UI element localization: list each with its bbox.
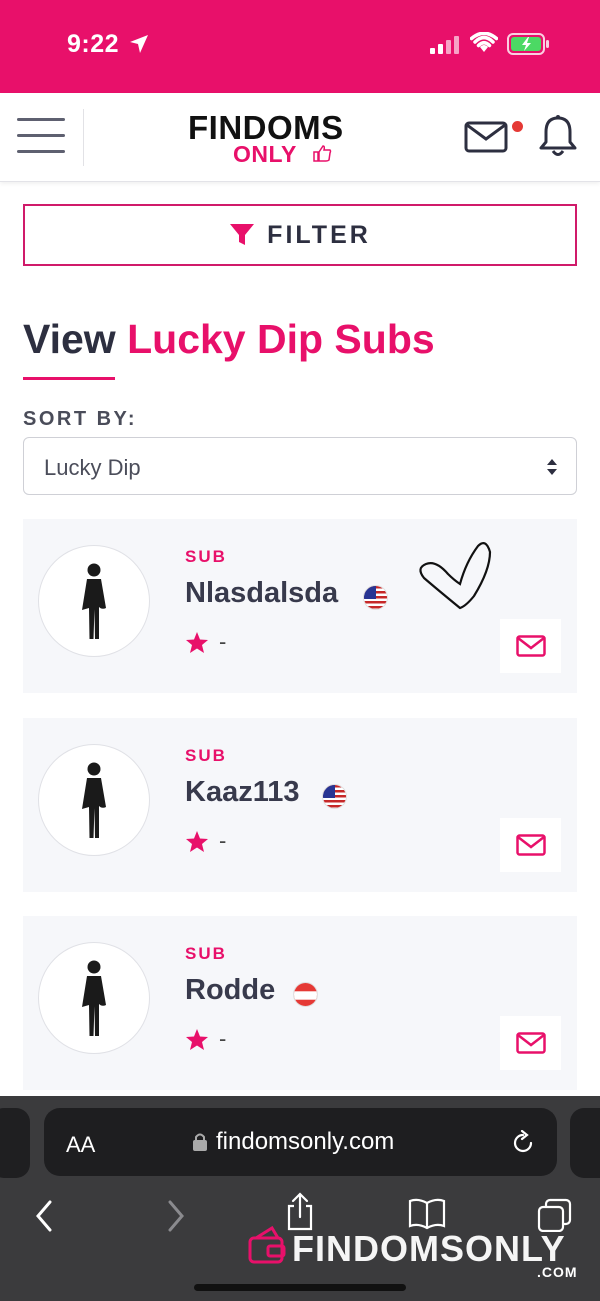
- hamburger-line: [17, 150, 65, 153]
- battery-charging-icon: [507, 33, 549, 55]
- location-arrow-icon: [130, 35, 148, 53]
- filter-button[interactable]: FILTER: [23, 204, 577, 266]
- watermark-wallet-icon: [248, 1226, 286, 1264]
- female-figure-icon: [82, 762, 106, 838]
- role-label: SUB: [185, 547, 227, 566]
- header-divider: [83, 109, 84, 166]
- rating: -: [185, 828, 226, 854]
- rating-value: -: [219, 629, 227, 654]
- title-underline: [23, 377, 115, 380]
- watermark-suffix: .COM: [537, 1264, 578, 1280]
- message-button[interactable]: [500, 1016, 561, 1070]
- address-bar[interactable]: AA findomsonly.com: [44, 1108, 557, 1176]
- mail-icon[interactable]: [464, 120, 510, 154]
- role-label: SUB: [185, 944, 227, 963]
- sort-label: SORT BY:: [23, 408, 138, 430]
- mail-icon: [515, 1032, 546, 1054]
- user-card: SUB Kaaz113 -: [23, 718, 577, 892]
- rating: -: [185, 629, 226, 655]
- female-figure-icon: [82, 960, 106, 1036]
- site-header: FINDOMS ONLY: [0, 93, 600, 182]
- female-figure-icon: [82, 563, 106, 639]
- avatar[interactable]: [38, 744, 150, 856]
- menu-button[interactable]: [17, 118, 65, 154]
- rating-value: -: [219, 828, 227, 853]
- unread-indicator: [510, 119, 525, 134]
- sort-selected-value: Lucky Dip: [44, 455, 141, 480]
- status-time: 9:22: [67, 30, 120, 58]
- username[interactable]: Rodde: [185, 974, 275, 1007]
- username[interactable]: Nlasdalsda: [185, 577, 338, 610]
- filter-label: FILTER: [267, 220, 371, 249]
- user-card: SUB Rodde -: [23, 916, 577, 1090]
- bell-icon[interactable]: [538, 114, 578, 158]
- back-icon[interactable]: [33, 1198, 55, 1234]
- star-icon: [186, 631, 208, 653]
- avatar[interactable]: [38, 942, 150, 1054]
- thumbs-up-icon: [313, 145, 332, 162]
- username[interactable]: Kaaz113: [185, 776, 300, 809]
- avatar[interactable]: [38, 545, 150, 657]
- home-indicator[interactable]: [194, 1284, 406, 1291]
- page-title-prefix: View: [23, 316, 116, 362]
- previous-tab-preview[interactable]: [0, 1108, 30, 1178]
- role-label: SUB: [185, 746, 227, 765]
- logo-text-top: FINDOMS: [188, 109, 344, 146]
- watermark-text: FINDOMSONLY: [292, 1228, 566, 1269]
- status-bar: 9:22: [0, 0, 600, 93]
- select-arrows-icon: [547, 459, 557, 475]
- bookmarks-icon[interactable]: [408, 1198, 446, 1230]
- funnel-icon: [230, 224, 255, 245]
- us-flag-icon: [322, 784, 347, 809]
- hamburger-line: [17, 134, 65, 137]
- mail-icon: [515, 834, 546, 856]
- reload-icon[interactable]: [510, 1130, 536, 1156]
- cellular-signal-icon: [430, 36, 459, 54]
- message-button[interactable]: [500, 619, 561, 673]
- rating: -: [185, 1026, 226, 1052]
- us-flag-icon: [363, 585, 388, 610]
- page-title: View Lucky Dip Subs: [23, 316, 435, 363]
- austria-flag-icon: [293, 982, 318, 1007]
- wifi-icon: [470, 32, 498, 52]
- hamburger-line: [17, 118, 65, 121]
- message-button[interactable]: [500, 818, 561, 872]
- site-logo[interactable]: FINDOMS ONLY: [188, 109, 368, 167]
- hand-drawn-heart-icon: [419, 542, 492, 610]
- forward-icon[interactable]: [165, 1198, 187, 1234]
- mail-icon: [515, 635, 546, 657]
- page-title-highlight: Lucky Dip Subs: [127, 316, 435, 362]
- star-icon: [186, 830, 208, 852]
- star-icon: [186, 1028, 208, 1050]
- browser-toolbar: AA findomsonly.com FINDOMSONLY .COM: [0, 1096, 600, 1301]
- lock-icon: [193, 1133, 207, 1151]
- rating-value: -: [219, 1026, 227, 1051]
- tabs-icon[interactable]: [537, 1198, 573, 1232]
- url-text[interactable]: findomsonly.com: [216, 1128, 394, 1156]
- next-tab-preview[interactable]: [570, 1108, 600, 1178]
- sort-select[interactable]: Lucky Dip: [23, 437, 577, 495]
- text-size-button[interactable]: AA: [66, 1132, 95, 1158]
- logo-text-bottom: ONLY: [233, 141, 297, 167]
